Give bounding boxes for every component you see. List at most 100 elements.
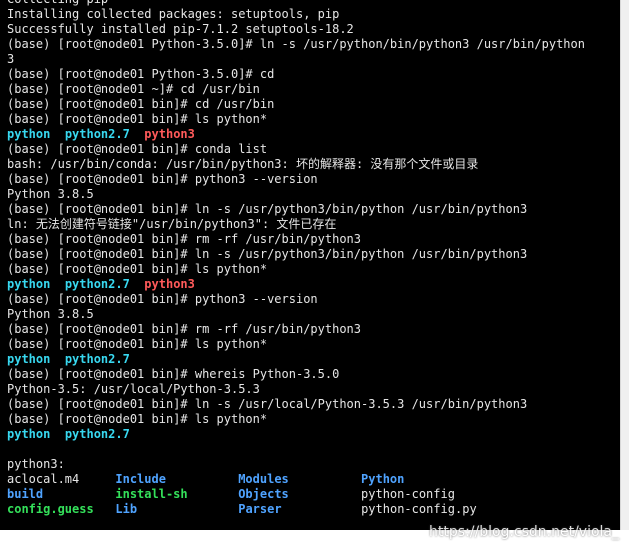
terminal-text: Python 3.8.5 [7,187,94,201]
terminal-text: (base) [root@node01 bin]# ls python* [7,412,268,426]
terminal-text: python3: [7,457,65,471]
vertical-scrollbar[interactable] [620,0,629,530]
terminal-text: bash: /usr/bin/conda: /usr/bin/python3: … [7,157,479,171]
terminal-line: python python2.7 [7,352,619,367]
terminal-line: Installing collected packages: setuptool… [7,7,619,22]
terminal-text: Successfully installed pip-7.1.2 setupto… [7,22,354,36]
terminal-text: Collecting pip [7,0,108,6]
terminal-text: python [7,352,51,366]
terminal-line: Collecting pip [7,0,619,7]
terminal-text: (base) [root@node01 bin]# ln -s /usr/loc… [7,397,528,411]
terminal-text: python2.7 [64,427,130,441]
terminal-line: (base) [root@node01 bin]# python3 --vers… [7,172,619,187]
terminal-line: (base) [root@node01 Python-3.5.0]# ln -s… [7,37,619,52]
terminal-line: python python2.7 python3 [7,277,619,292]
terminal-text: (base) [root@node01 bin]# ls python* [7,337,268,351]
terminal-text: (base) [root@node01 bin]# ls python* [7,112,268,126]
terminal-text: (base) [root@node01 bin]# conda list [7,142,268,156]
terminal-text: python [7,427,51,441]
terminal-text: (base) [root@node01 bin]# rm -rf /usr/bi… [7,232,362,246]
terminal-line: (base) [root@node01 bin]# whereis Python… [7,367,619,382]
terminal-line: Python 3.8.5 [7,307,619,322]
terminal-text: (base) [root@node01 bin]# python3 --vers… [7,292,318,306]
terminal-text: python-config [361,487,455,501]
terminal-text: Lib [115,502,138,516]
terminal-text: (base) [root@node01 bin]# python3 --vers… [7,172,318,186]
terminal-line: (base) [root@node01 bin]# ls python* [7,262,619,277]
terminal-text: python-config.py [361,502,477,516]
terminal-text: (base) [root@node01 ~]# cd /usr/bin [7,82,260,96]
terminal-text: install-sh [115,487,188,501]
terminal-text: (base) [root@node01 bin]# cd /usr/bin [7,97,275,111]
terminal-text: (base) [root@node01 Python-3.5.0]# ln -s… [7,37,585,51]
terminal-line: config.guess Lib Parser python-config.py [7,502,619,517]
terminal-text: aclocal.m4 [7,472,116,486]
terminal-text: config.guess [7,502,94,516]
terminal-line: (base) [root@node01 bin]# ls python* [7,112,619,127]
terminal-line: (base) [root@node01 bin]# ls python* [7,412,619,427]
terminal-text: (base) [root@node01 bin]# ln -s /usr/pyt… [7,247,528,261]
terminal-line: (base) [root@node01 bin]# conda list [7,142,619,157]
terminal-text: Parser [238,502,282,516]
terminal-line: Python-3.5: /usr/local/Python-3.5.3 [7,382,619,397]
terminal-text: (base) [root@node01 Python-3.5.0]# cd [7,67,275,81]
terminal-text: Modules [238,472,289,486]
terminal-text: python3 [144,277,195,291]
terminal-text: build [7,487,44,501]
terminal-line: (base) [root@node01 bin]# ln -s /usr/pyt… [7,247,619,262]
terminal-line: (base) [root@node01 bin]# rm -rf /usr/bi… [7,232,619,247]
terminal-text: (base) [root@node01 bin]# whereis Python… [7,367,340,381]
terminal-text: (base) [root@node01 bin]# ln -s /usr/pyt… [7,202,528,216]
terminal-line: python3: [7,457,619,472]
terminal-line: (base) [root@node01 ~]# cd /usr/bin [7,82,619,97]
watermark: https://blog.csdn.net/viola_ [429,524,619,540]
terminal-text: python [7,127,51,141]
terminal-window[interactable]: Collecting pipInstalling collected packa… [0,0,620,530]
terminal-text: Python-3.5: /usr/local/Python-3.5.3 [7,382,260,396]
terminal-line: (base) [root@node01 Python-3.5.0]# cd [7,67,619,82]
terminal-line: Python 3.8.5 [7,187,619,202]
terminal-line: python python2.7 [7,427,619,442]
terminal-text: python [7,277,51,291]
terminal-line: Successfully installed pip-7.1.2 setupto… [7,22,619,37]
terminal-line: 3 [7,52,619,67]
terminal-line: python python2.7 python3 [7,127,619,142]
terminal-line: ln: 无法创建符号链接"/usr/bin/python3": 文件已存在 [7,217,619,232]
terminal-text: Python [361,472,405,486]
terminal-text: (base) [root@node01 bin]# rm -rf /usr/bi… [7,322,362,336]
terminal-text: python2.7 [64,352,130,366]
terminal-line: (base) [root@node01 bin]# ln -s /usr/pyt… [7,202,619,217]
terminal-text: Include [115,472,166,486]
terminal-text: Installing collected packages: setuptool… [7,7,340,21]
terminal-text: python3 [144,127,195,141]
terminal-line: (base) [root@node01 bin]# rm -rf /usr/bi… [7,322,619,337]
terminal-line: (base) [root@node01 bin]# python3 --vers… [7,292,619,307]
terminal-text: python2.7 [64,127,130,141]
terminal-line: (base) [root@node01 bin]# ls python* [7,337,619,352]
terminal-output: Collecting pipInstalling collected packa… [7,0,619,517]
terminal-line: build install-sh Objects python-config [7,487,619,502]
terminal-line: (base) [root@node01 bin]# cd /usr/bin [7,97,619,112]
terminal-text: Objects [238,487,289,501]
terminal-text: (base) [root@node01 bin]# ls python* [7,262,268,276]
terminal-text: Python 3.8.5 [7,307,94,321]
terminal-line: aclocal.m4 Include Modules Python [7,472,619,487]
terminal-text: 3 [7,52,15,66]
terminal-line: (base) [root@node01 bin]# ln -s /usr/loc… [7,397,619,412]
terminal-line: bash: /usr/bin/conda: /usr/bin/python3: … [7,157,619,172]
